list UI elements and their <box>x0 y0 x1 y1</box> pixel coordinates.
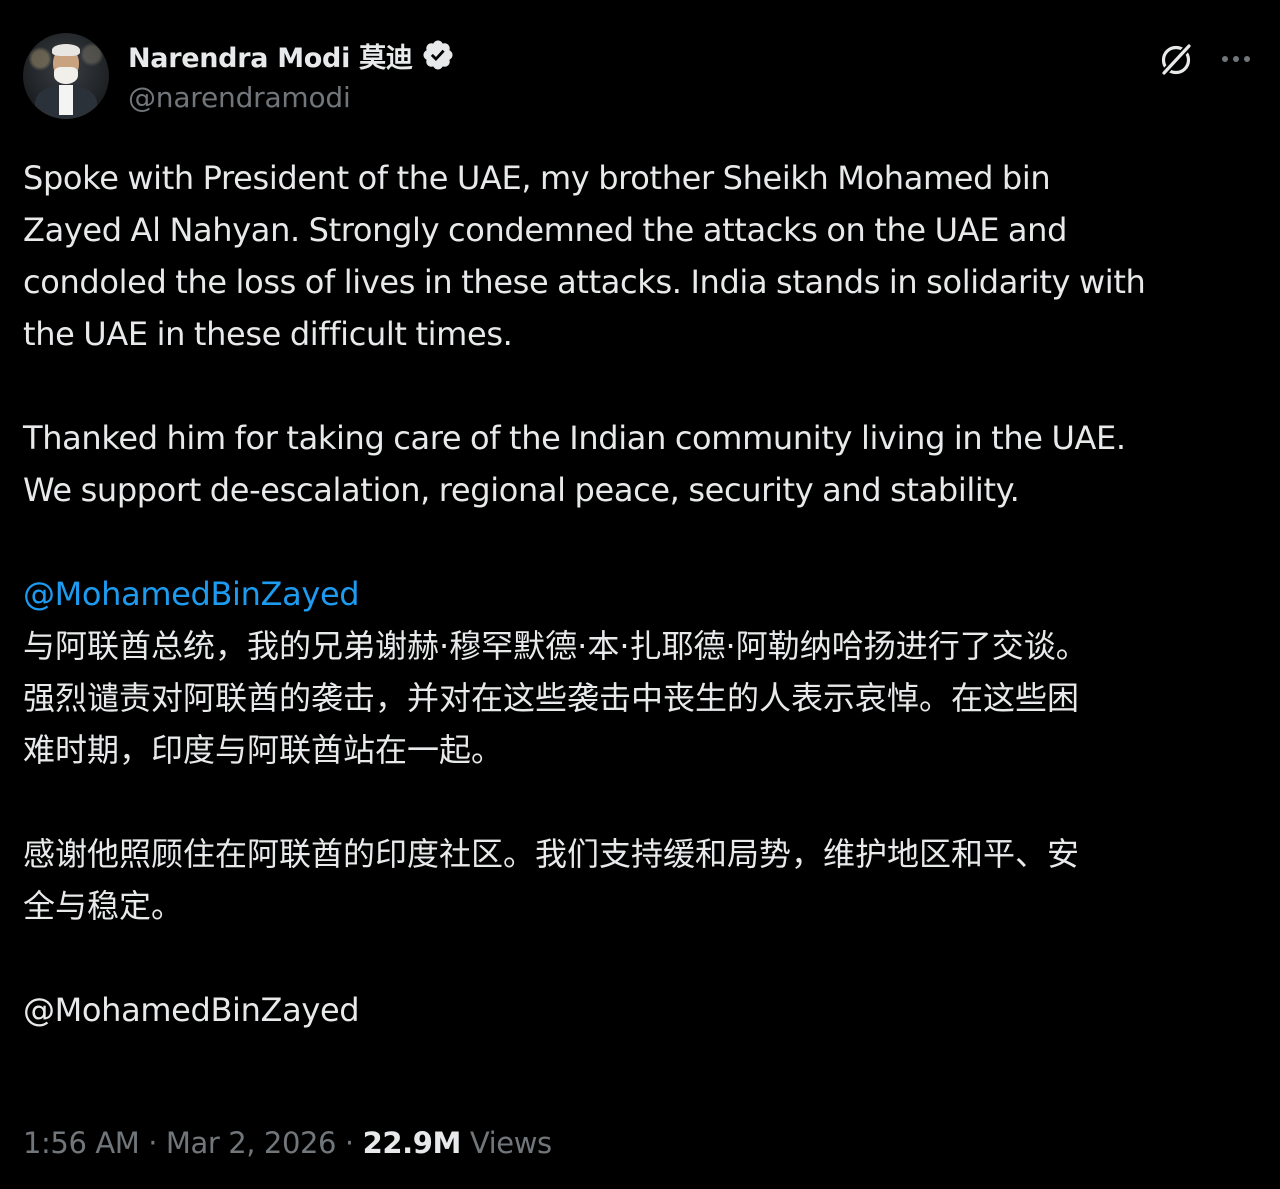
tweet-body: Spoke with President of the UAE, my brot… <box>23 152 1268 1036</box>
more-horizontal-icon[interactable] <box>1216 39 1256 79</box>
avatar-hair <box>52 44 80 56</box>
author-display-name[interactable]: Narendra Modi 莫迪 <box>128 36 413 75</box>
views-label: Views <box>469 1126 552 1160</box>
tweet-paragraph-en-2: Thanked him for taking care of the India… <box>23 419 1126 509</box>
grok-slash-icon[interactable] <box>1156 39 1196 79</box>
verified-badge-icon[interactable] <box>421 38 455 72</box>
mention-link[interactable]: @MohamedBinZayed <box>23 568 1268 620</box>
tweet-time[interactable]: 1:56 AM <box>23 1126 140 1160</box>
tweet-paragraph-zh-2: 感谢他照顾住在阿联酋的印度社区。我们支持缓和局势，维护地区和平、安 全与稳定。 <box>23 835 1080 925</box>
meta-separator: · <box>336 1126 363 1160</box>
author-avatar[interactable] <box>23 33 109 119</box>
views-count: 22.9M <box>362 1126 462 1160</box>
avatar-collar <box>59 85 73 115</box>
tweet-paragraph-en-1: Spoke with President of the UAE, my brot… <box>23 159 1146 353</box>
tweet-paragraph-zh-1: 与阿联酋总统，我的兄弟谢赫·穆罕默德·本·扎耶德·阿勒纳哈扬进行了交谈。 强烈谴… <box>23 627 1088 769</box>
mention-text: @MohamedBinZayed <box>23 991 360 1029</box>
avatar-beard <box>54 67 78 84</box>
author-handle[interactable]: @narendramodi <box>128 81 351 114</box>
tweet-date[interactable]: Mar 2, 2026 <box>166 1126 337 1160</box>
meta-separator: · <box>139 1126 166 1160</box>
tweet-header: Narendra Modi 莫迪 @narendramodi <box>23 33 1263 123</box>
author-name-row: Narendra Modi 莫迪 <box>128 36 455 75</box>
tweet-meta: 1:56 AM · Mar 2, 2026 · 22.9M Views <box>23 1126 552 1160</box>
